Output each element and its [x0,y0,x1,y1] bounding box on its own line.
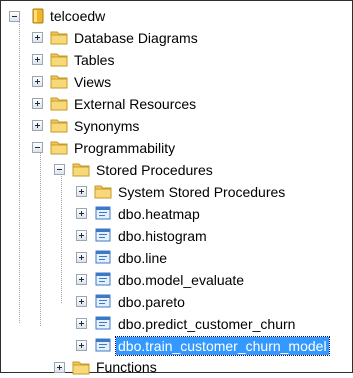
stored-procedure-icon [95,337,113,353]
expand-toggle-procedure[interactable] [76,318,87,329]
tree-node-views[interactable]: Views [72,73,113,91]
tree-node-procedure[interactable]: dbo.heatmap [116,205,202,223]
database-icon [29,7,47,24]
tree-node-procedure[interactable]: dbo.line [116,249,169,267]
tree-node-programmability[interactable]: Programmability [72,139,177,157]
stored-procedure-icon [95,227,113,243]
stored-procedure-icon [95,293,113,309]
expand-toggle-procedure[interactable] [76,296,87,307]
collapse-toggle-programmability[interactable] [32,142,43,153]
expand-toggle-database-diagrams[interactable] [32,32,43,43]
collapse-toggle-telcoedw[interactable] [9,11,20,22]
tree-node-stored-procedures[interactable]: Stored Procedures [94,161,215,179]
folder-icon [50,117,68,133]
expand-toggle-procedure[interactable] [76,340,87,351]
object-explorer-tree: telcoedw Database Diagrams Tables Views … [0,0,353,376]
tree-node-functions[interactable]: Functions [94,358,159,376]
folder-icon [94,183,112,199]
tree-node-procedure-selected[interactable]: dbo.train_customer_churn_model [115,336,330,356]
tree-node-synonyms[interactable]: Synonyms [72,117,141,135]
stored-procedure-icon [95,271,113,287]
tree-node-procedure[interactable]: dbo.predict_customer_churn [116,315,297,333]
folder-icon [50,51,68,67]
folder-icon [50,29,68,45]
expand-toggle-system-stored-procedures[interactable] [76,186,87,197]
expand-toggle-synonyms[interactable] [32,120,43,131]
tree-node-telcoedw[interactable]: telcoedw [48,7,107,25]
tree-connector [61,173,62,303]
expand-toggle-tables[interactable] [32,54,43,65]
tree-node-external-resources[interactable]: External Resources [72,95,198,113]
tree-node-tables[interactable]: Tables [72,51,116,69]
tree-connector [40,152,41,326]
expand-toggle-procedure[interactable] [76,208,87,219]
expand-toggle-views[interactable] [32,76,43,87]
folder-icon [50,95,68,111]
tree-connector [19,21,20,323]
stored-procedure-icon [95,205,113,221]
stored-procedure-icon [95,315,113,331]
expand-toggle-procedure[interactable] [76,230,87,241]
collapse-toggle-stored-procedures[interactable] [54,164,65,175]
expand-toggle-procedure[interactable] [76,274,87,285]
tree-node-procedure[interactable]: dbo.histogram [116,227,209,245]
tree-node-database-diagrams[interactable]: Database Diagrams [72,29,200,47]
expand-toggle-functions[interactable] [54,362,65,373]
expand-toggle-external-resources[interactable] [32,98,43,109]
folder-icon [72,161,90,177]
folder-icon [50,73,68,89]
stored-procedure-icon [95,249,113,265]
tree-node-procedure[interactable]: dbo.pareto [116,293,187,311]
tree-node-procedure[interactable]: dbo.model_evaluate [116,271,246,289]
folder-icon [50,139,68,155]
tree-node-system-stored-procedures[interactable]: System Stored Procedures [116,183,287,201]
expand-toggle-procedure[interactable] [76,252,87,263]
